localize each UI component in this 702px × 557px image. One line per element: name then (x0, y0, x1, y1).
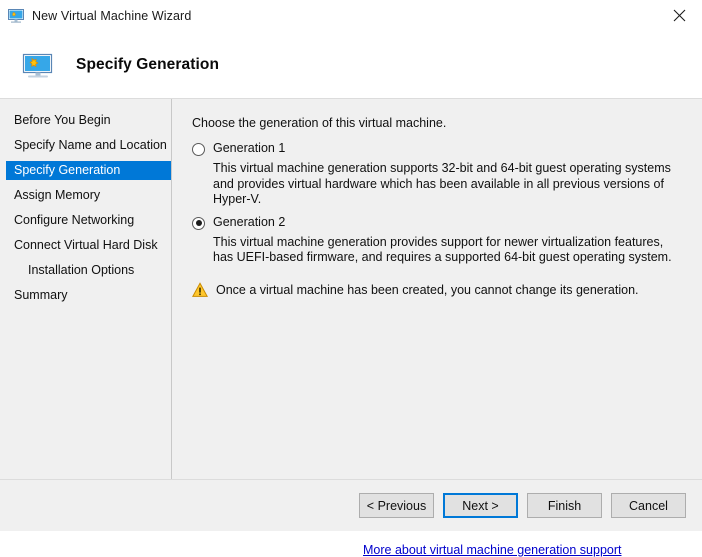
sidebar-item-specify-name-and-location[interactable]: Specify Name and Location (0, 136, 171, 155)
sidebar-item-assign-memory[interactable]: Assign Memory (0, 186, 171, 205)
radio-button-generation-1[interactable] (192, 143, 205, 156)
cancel-button[interactable]: Cancel (611, 493, 686, 518)
previous-button[interactable]: < Previous (359, 493, 434, 518)
radio-button-generation-2[interactable] (192, 217, 205, 230)
sidebar-item-configure-networking[interactable]: Configure Networking (0, 211, 171, 230)
sidebar-item-before-you-begin[interactable]: Before You Begin (0, 111, 171, 130)
warning-row: Once a virtual machine has been created,… (192, 282, 686, 298)
wizard-steps-sidebar: Before You Begin Specify Name and Locatio… (0, 99, 172, 479)
radio-description: This virtual machine generation supports… (213, 161, 686, 208)
title-bar: New Virtual Machine Wizard (0, 0, 702, 31)
radio-label[interactable]: Generation 2 (213, 216, 285, 229)
sidebar-item-connect-virtual-hard-disk[interactable]: Connect Virtual Hard Disk (0, 236, 171, 255)
new-virtual-machine-wizard-window: New Virtual Machine Wizard Specify Gener… (0, 0, 702, 531)
radio-label[interactable]: Generation 1 (213, 142, 285, 155)
close-icon[interactable] (657, 0, 702, 31)
more-about-generation-link[interactable]: More about virtual machine generation su… (363, 543, 621, 557)
page-header: Specify Generation (0, 31, 702, 99)
sidebar-item-specify-generation[interactable]: Specify Generation (6, 161, 171, 180)
window-title: New Virtual Machine Wizard (32, 9, 191, 23)
warning-text: Once a virtual machine has been created,… (216, 282, 639, 298)
sidebar-item-installation-options[interactable]: Installation Options (0, 261, 171, 280)
virtual-machine-icon (8, 8, 24, 24)
finish-button[interactable]: Finish (527, 493, 602, 518)
radio-option-row[interactable]: Generation 1 (192, 142, 686, 156)
page-title: Specify Generation (76, 56, 219, 74)
wizard-content-pane: Choose the generation of this virtual ma… (172, 99, 702, 479)
instruction-text: Choose the generation of this virtual ma… (192, 116, 686, 130)
next-button[interactable]: Next > (443, 493, 518, 518)
sidebar-item-summary[interactable]: Summary (0, 286, 171, 305)
warning-triangle-icon (192, 282, 208, 298)
virtual-machine-icon (22, 49, 54, 81)
radio-option-row[interactable]: Generation 2 (192, 216, 686, 230)
wizard-footer: < Previous Next > Finish Cancel (0, 479, 702, 531)
radio-description: This virtual machine generation provides… (213, 235, 686, 266)
generation-options-group: Generation 1 This virtual machine generat… (192, 142, 686, 266)
wizard-body: Before You Begin Specify Name and Locatio… (0, 99, 702, 479)
